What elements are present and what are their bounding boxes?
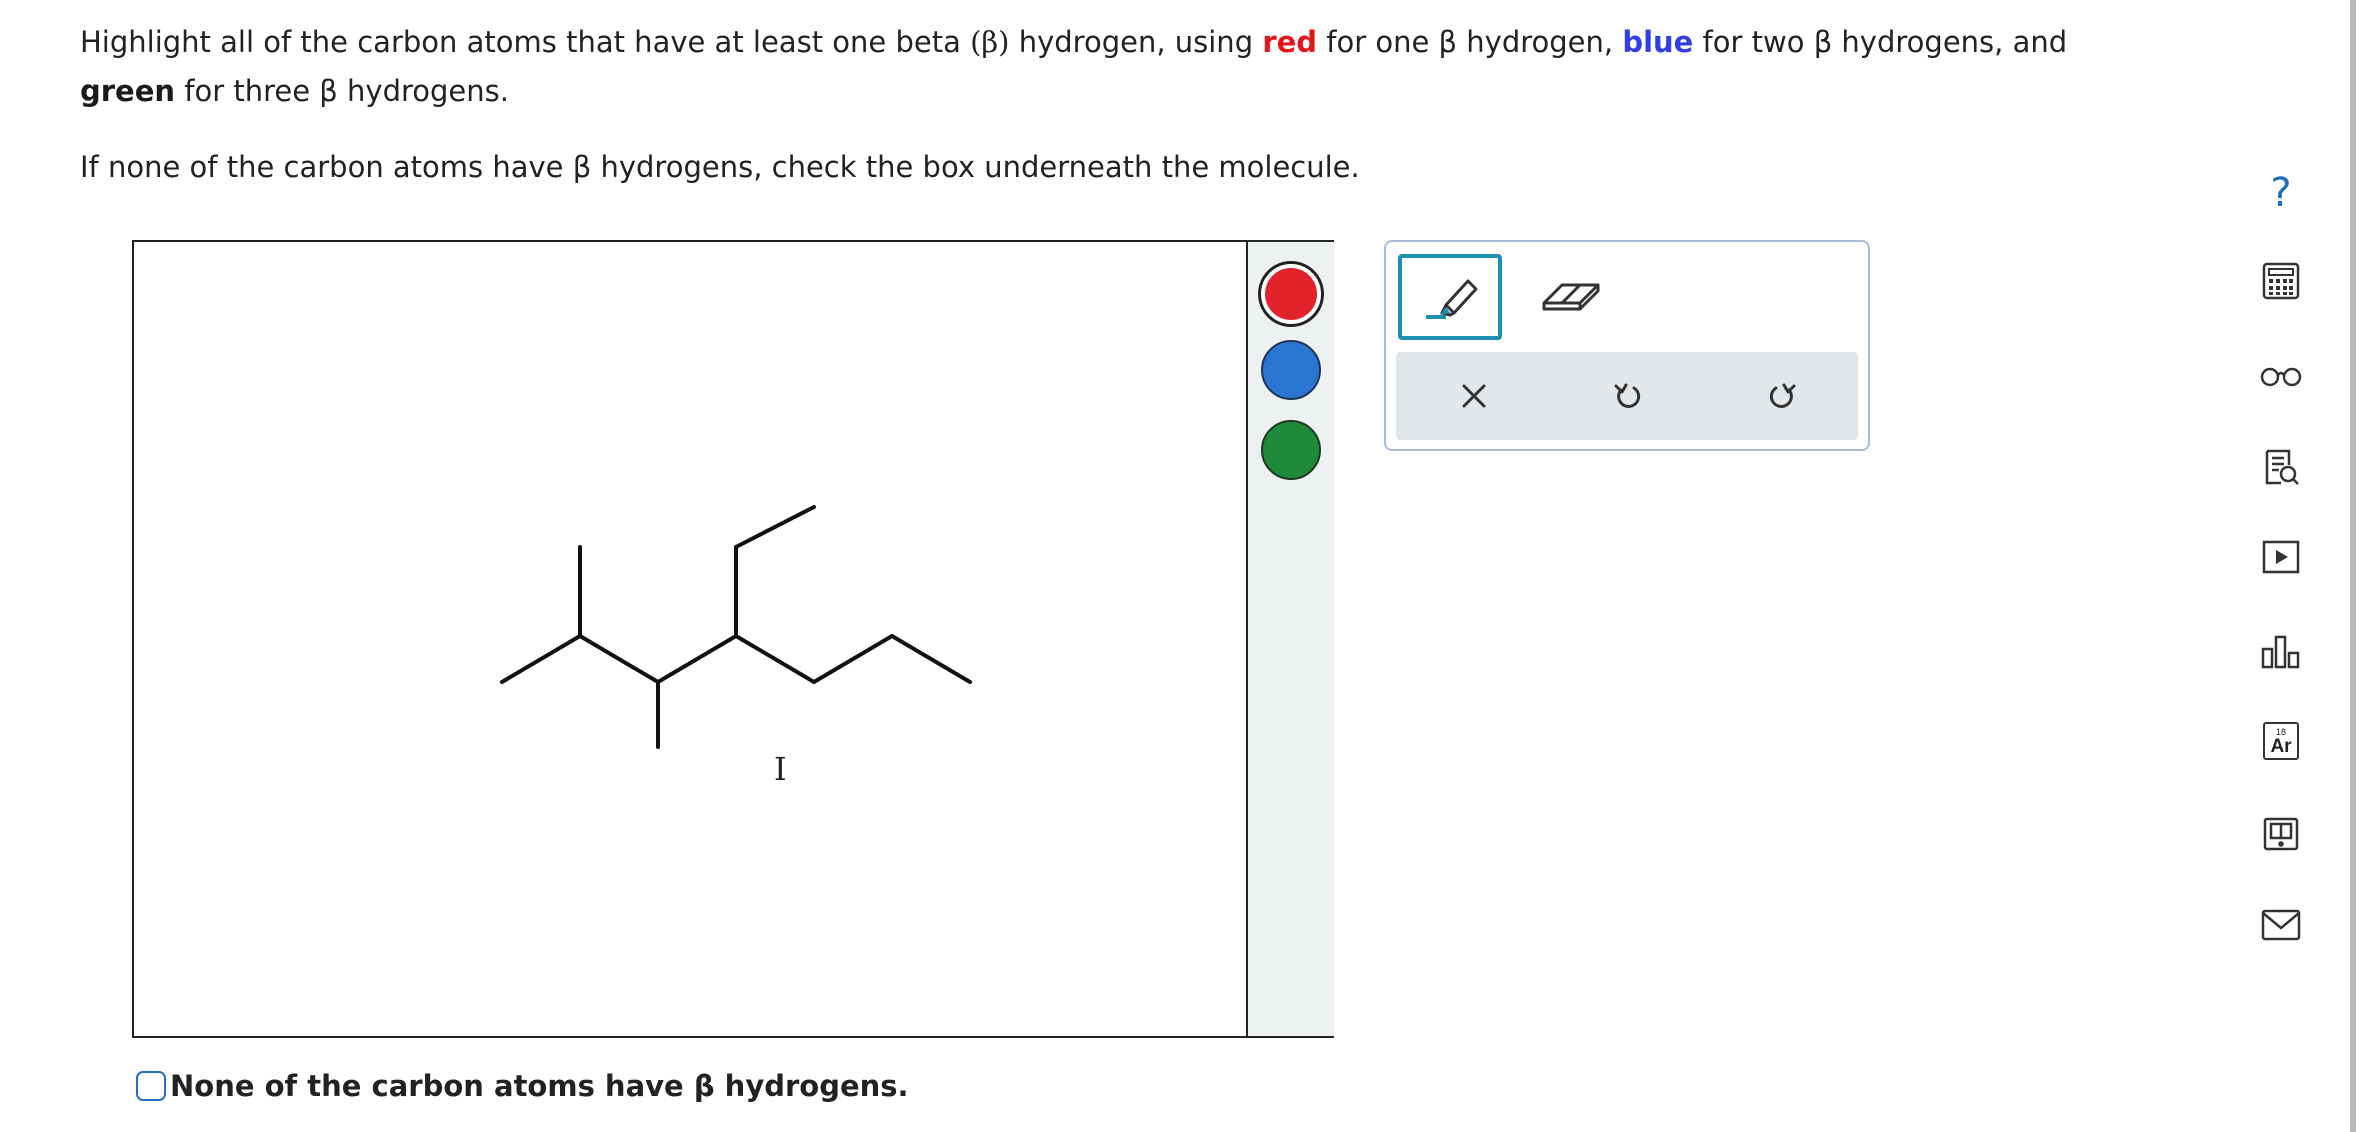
eraser-icon [1542, 283, 1600, 311]
tool-panel [1384, 240, 1870, 451]
prompt-text: hydrogen, using [1009, 25, 1263, 59]
pen-icon [1426, 279, 1478, 319]
bond [578, 634, 660, 684]
periodic-table-icon: 18 Ar [2263, 722, 2299, 760]
checkbox-label: None of the carbon atoms have β hydrogen… [170, 1069, 909, 1103]
undo-icon [1614, 383, 1641, 408]
chart-button[interactable] [2252, 622, 2310, 680]
drawing-area[interactable]: I [134, 242, 1248, 1036]
question-prompt: Highlight all of the carbon atoms that h… [80, 18, 2160, 192]
atomic-number: 18 [2275, 726, 2286, 737]
molecule-structure[interactable] [134, 242, 1246, 1036]
bond [500, 634, 582, 684]
textbook-button[interactable] [2252, 806, 2310, 864]
redo-icon [1769, 383, 1796, 408]
bond [890, 634, 972, 684]
no-beta-hydrogens-checkbox[interactable] [136, 1071, 166, 1101]
red-color-swatch[interactable] [1261, 264, 1321, 324]
close-icon [1462, 384, 1486, 408]
bond [812, 634, 894, 684]
action-bar [1396, 352, 1858, 440]
help-button[interactable]: ? [2252, 164, 2310, 222]
video-button[interactable] [2252, 528, 2310, 586]
notes-button[interactable] [2252, 438, 2310, 496]
prompt-text: for three β hydrogens. [175, 74, 509, 108]
chart-icon [2261, 635, 2300, 669]
calculator-button[interactable] [2252, 252, 2310, 310]
undo-button[interactable] [1604, 372, 1652, 420]
glasses-icon [2260, 367, 2302, 387]
beta-symbol: (β) [970, 25, 1010, 59]
calculator-icon [2262, 262, 2300, 300]
iodine-atom-label: I [774, 750, 787, 788]
prompt-paragraph-2: If none of the carbon atoms have β hydro… [80, 150, 1360, 184]
eraser-button[interactable] [1536, 272, 1606, 322]
glasses-button[interactable] [2252, 346, 2310, 404]
green-color-swatch[interactable] [1261, 420, 1321, 480]
bond [734, 505, 816, 549]
textbook-icon [2263, 817, 2299, 851]
bond [734, 634, 816, 684]
element-symbol: Ar [2270, 735, 2292, 757]
clear-button[interactable] [1450, 372, 1498, 420]
no-beta-hydrogens-option[interactable]: None of the carbon atoms have β hydrogen… [136, 1066, 909, 1106]
redo-button[interactable] [1758, 372, 1806, 420]
prompt-text: Highlight all of the carbon atoms that h… [80, 25, 971, 59]
video-icon [2262, 540, 2300, 574]
color-palette [1248, 242, 1334, 1036]
highlighter-pen-button[interactable] [1398, 254, 1502, 340]
mail-button[interactable] [2252, 896, 2310, 954]
prompt-text: for one β hydrogen, [1317, 25, 1623, 59]
prompt-paragraph-1: Highlight all of the carbon atoms that h… [80, 18, 2160, 116]
prompt-text: for two β hydrogens, and [1693, 25, 2068, 59]
molecule-canvas[interactable]: I [132, 240, 1334, 1038]
green-keyword: green [80, 74, 176, 108]
red-keyword: red [1262, 25, 1318, 59]
blue-color-swatch[interactable] [1261, 340, 1321, 400]
periodic-table-button[interactable]: 18 Ar [2252, 712, 2310, 770]
tools-sidebar: ? 18 Ar [2232, 0, 2360, 1132]
sidebar-divider [2350, 0, 2356, 1132]
mail-icon [2261, 909, 2301, 941]
help-icon: ? [2270, 170, 2292, 216]
blue-keyword: blue [1622, 25, 1694, 59]
notes-icon [2265, 449, 2299, 485]
bond [656, 634, 738, 684]
